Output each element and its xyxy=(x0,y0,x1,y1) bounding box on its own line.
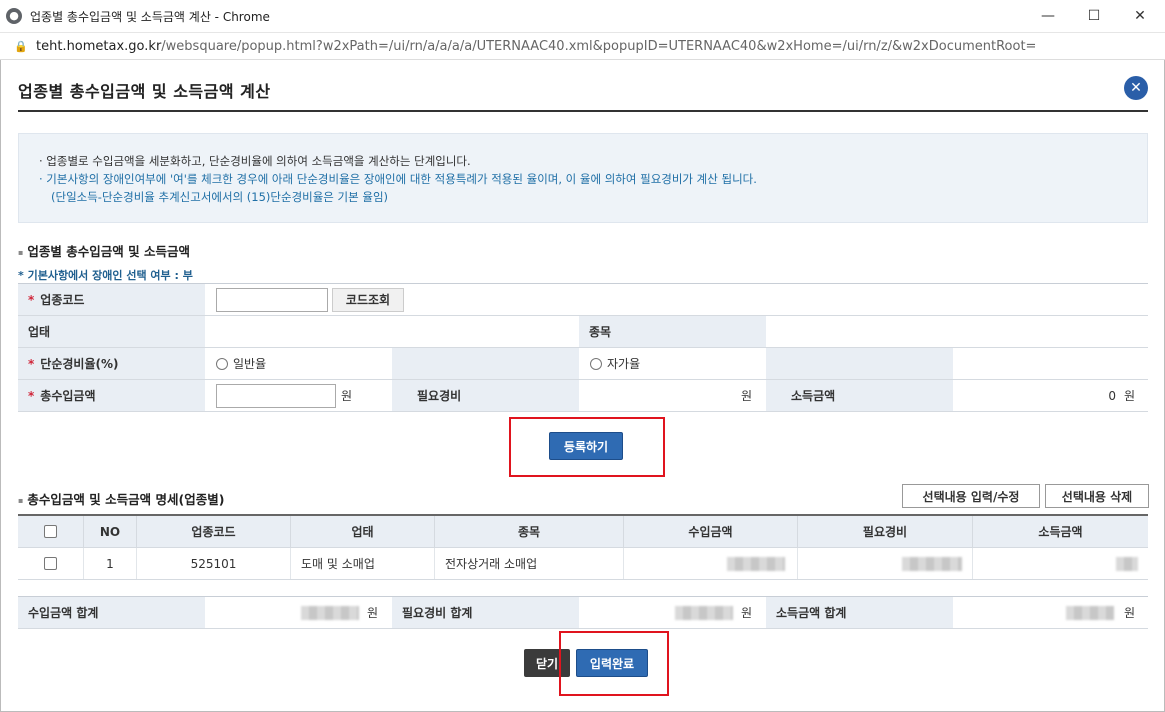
form-row-code: * 업종코드 코드조회 xyxy=(18,284,1148,316)
url-path: /websquare/popup.html?w2xPath=/ui/rn/a/a… xyxy=(161,38,1037,54)
window-titlebar: ● 업종별 총수입금액 및 소득금액 계산 - Chrome — ☐ ✕ xyxy=(0,0,1165,33)
col-income[interactable]: 수입금액 xyxy=(624,516,798,547)
minimize-icon[interactable]: — xyxy=(1025,0,1071,32)
detail-table: NO 업종코드 업태 종목 수입금액 필요경비 소득금액 1 525101 도매… xyxy=(18,514,1148,580)
expense-total-label: 필요경비 합계 xyxy=(392,597,579,628)
general-rate-value xyxy=(392,348,579,379)
income-value: 0원 xyxy=(953,380,1148,411)
entry-form: * 업종코드 코드조회 업태 종목 * 단순경비율(%) 일반율 자가율 * 총수입금… xyxy=(18,283,1148,412)
radio-icon xyxy=(216,357,228,370)
popup-close-icon[interactable]: ✕ xyxy=(1124,76,1148,100)
earnings-total-value: 원 xyxy=(953,597,1148,628)
info-line-2: · 기본사항의 장애인여부에 '여'를 체크한 경우에 아래 단순경비율은 장애… xyxy=(39,172,757,186)
window-title: 업종별 총수입금액 및 소득금액 계산 - Chrome xyxy=(30,9,270,24)
col-item[interactable]: 종목 xyxy=(435,516,624,547)
form-row-rate: * 단순경비율(%) 일반율 자가율 xyxy=(18,348,1148,380)
own-rate-value xyxy=(766,348,953,379)
rate-label: * 단순경비율(%) xyxy=(18,348,205,379)
popup-title: 업종별 총수입금액 및 소득금액 계산 xyxy=(18,82,271,101)
row-code: 525101 xyxy=(137,548,291,579)
won-unit: 원 xyxy=(341,389,353,403)
chrome-icon: ● xyxy=(6,8,22,24)
code-lookup-button[interactable]: 코드조회 xyxy=(332,287,404,312)
col-code[interactable]: 업종코드 xyxy=(137,516,291,547)
title-divider xyxy=(18,110,1148,112)
item-value xyxy=(766,316,1148,347)
item-label: 종목 xyxy=(579,316,766,347)
row-earnings-redacted xyxy=(973,548,1148,579)
income-label: 소득금액 xyxy=(766,380,953,411)
col-no[interactable]: NO xyxy=(84,516,137,547)
register-button[interactable]: 등록하기 xyxy=(549,432,623,460)
rate-extra xyxy=(953,348,1148,379)
row-check-cell xyxy=(18,548,84,579)
expense-label: 필요경비 xyxy=(392,380,579,411)
select-all-checkbox[interactable] xyxy=(44,525,57,538)
row-no: 1 xyxy=(84,548,137,579)
info-line-3: (단일소득-단순경비율 추계신고서에서의 (15)단순경비율은 기본 율임) xyxy=(51,190,389,204)
industry-code-value: 코드조회 xyxy=(205,284,1148,315)
col-earnings[interactable]: 소득금액 xyxy=(973,516,1148,547)
totals-row: 수입금액 합계 원 필요경비 합계 원 소득금액 합계 원 xyxy=(18,597,1148,629)
industry-code-input[interactable] xyxy=(216,287,328,312)
info-box: · 업종별로 수입금액을 세분화하고, 단순경비율에 의하여 소득금액을 계산하… xyxy=(18,133,1148,223)
section2-title: 총수입금액 및 소득금액 명세(업종별) xyxy=(18,489,224,508)
business-type-value xyxy=(205,316,579,347)
table-row[interactable]: 1 525101 도매 및 소매업 전자상거래 소매업 xyxy=(18,548,1148,580)
select-all-cell xyxy=(18,516,84,547)
row-income-redacted xyxy=(624,548,798,579)
business-type-label: 업태 xyxy=(18,316,205,347)
total-income-value: 원 xyxy=(205,380,392,411)
row-item: 전자상거래 소매업 xyxy=(435,548,624,579)
form-row-type: 업태 종목 xyxy=(18,316,1148,348)
section1-title: 업종별 총수입금액 및 소득금액 xyxy=(18,241,190,260)
url-host: teht.hometax.go.kr xyxy=(36,38,162,54)
form-row-amounts: * 총수입금액 원 필요경비 원 소득금액 0원 xyxy=(18,380,1148,412)
lock-icon: 🔒 xyxy=(14,39,28,53)
edit-selected-button[interactable]: 선택내용 입력/수정 xyxy=(902,484,1040,508)
window-close-icon[interactable]: ✕ xyxy=(1117,0,1163,32)
general-rate-radio[interactable]: 일반율 xyxy=(205,348,392,379)
industry-code-label: * 업종코드 xyxy=(18,284,205,315)
row-checkbox[interactable] xyxy=(44,557,57,570)
total-income-label: * 총수입금액 xyxy=(18,380,205,411)
totals-table: 수입금액 합계 원 필요경비 합계 원 소득금액 합계 원 xyxy=(18,596,1148,629)
total-income-input[interactable] xyxy=(216,383,336,408)
income-total-label: 수입금액 합계 xyxy=(18,597,205,628)
col-type[interactable]: 업태 xyxy=(291,516,435,547)
url-text[interactable]: teht.hometax.go.kr/websquare/popup.html?… xyxy=(36,39,1036,54)
highlight-complete xyxy=(559,631,669,696)
info-line-1: · 업종별로 수입금액을 세분화하고, 단순경비율에 의하여 소득금액을 계산하… xyxy=(39,154,471,168)
earnings-total-label: 소득금액 합계 xyxy=(766,597,953,628)
disability-note: * 기본사항에서 장애인 선택 여부 : 부 xyxy=(18,269,193,282)
own-rate-radio[interactable]: 자가율 xyxy=(579,348,766,379)
expense-value: 원 xyxy=(579,380,766,411)
col-expense[interactable]: 필요경비 xyxy=(798,516,973,547)
popup: 업종별 총수입금액 및 소득금액 계산 ✕ · 업종별로 수입금액을 세분화하고… xyxy=(0,60,1165,712)
income-total-value: 원 xyxy=(205,597,392,628)
row-type: 도매 및 소매업 xyxy=(291,548,435,579)
delete-selected-button[interactable]: 선택내용 삭제 xyxy=(1045,484,1149,508)
table-header: NO 업종코드 업태 종목 수입금액 필요경비 소득금액 xyxy=(18,516,1148,548)
expense-total-value: 원 xyxy=(579,597,766,628)
maximize-icon[interactable]: ☐ xyxy=(1071,0,1117,32)
row-expense-redacted xyxy=(798,548,973,579)
address-bar[interactable]: 🔒 teht.hometax.go.kr/websquare/popup.htm… xyxy=(0,33,1165,60)
radio-icon xyxy=(590,357,602,370)
